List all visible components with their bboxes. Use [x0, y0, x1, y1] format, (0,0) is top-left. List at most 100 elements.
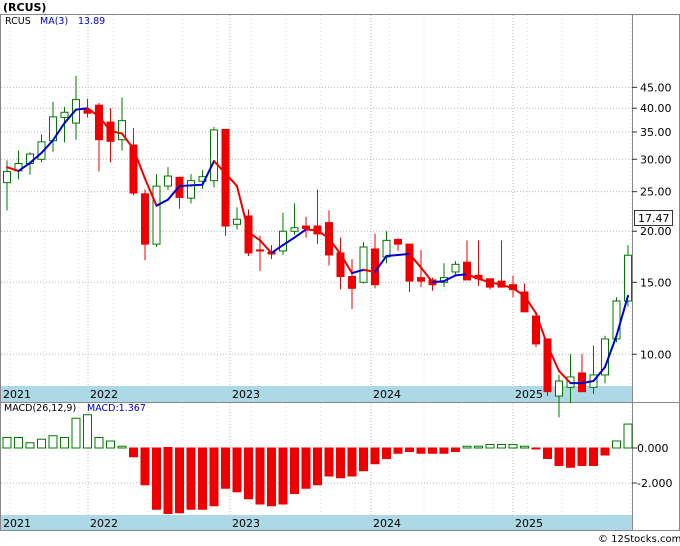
- macd-bar-negative: [416, 447, 426, 454]
- candle-up: [152, 185, 161, 245]
- chart-title: (RCUS): [3, 1, 46, 14]
- macd-bar-negative: [244, 447, 253, 500]
- macd-bar-positive: [94, 437, 104, 449]
- macd-bar-negative: [554, 447, 564, 466]
- macd-bar-negative: [278, 447, 288, 505]
- macd-bar-negative: [359, 447, 368, 472]
- ma-segment: [305, 228, 319, 232]
- macd-bar-negative: [232, 447, 242, 493]
- macd-bar-negative: [382, 447, 391, 459]
- candle-up: [210, 129, 218, 182]
- macd-bar-positive: [462, 445, 472, 449]
- macd-bar-positive: [117, 445, 127, 449]
- macd-bar-negative: [175, 447, 184, 514]
- macd-bar-negative: [152, 447, 161, 510]
- candle-down: [348, 275, 356, 289]
- price-year-label: 2023: [232, 388, 260, 401]
- macd-bar-negative: [589, 447, 598, 466]
- ma-segment: [397, 252, 411, 256]
- macd-bar-negative: [209, 447, 219, 507]
- candle-down: [95, 104, 103, 141]
- candle-down: [417, 277, 425, 282]
- macd-bar-negative: [163, 447, 173, 514]
- ma-segment: [190, 183, 204, 187]
- macd-bar-negative: [255, 447, 265, 505]
- macd-bar-negative: [577, 447, 587, 466]
- macd-bar-positive: [37, 438, 46, 449]
- stock-chart: 2021 2021 2022 2022 2023 2023 2024 2024 2025 2025…: [0, 1, 680, 545]
- candle-up: [279, 230, 287, 252]
- price-legend-ma-value: 13.89: [78, 16, 105, 27]
- macd-bar-negative: [600, 447, 610, 456]
- candle-up: [555, 380, 563, 397]
- price-tick-label: 10.00: [640, 348, 672, 361]
- macd-bar-negative: [531, 447, 541, 450]
- candle-up: [290, 227, 299, 232]
- price-legend-ma-label: MA(3): [40, 16, 68, 27]
- macd-bar-negative: [405, 447, 414, 452]
- macd-bar-positive: [497, 444, 506, 449]
- price-tick-label: 35.00: [640, 126, 672, 139]
- price-tick-label: 25.00: [640, 186, 672, 199]
- macd-tick-label: -2.000: [637, 477, 672, 490]
- macd-bar-negative: [336, 447, 345, 479]
- candle-up: [624, 254, 632, 302]
- macd-bar-positive: [60, 437, 69, 449]
- macd-bar-negative: [186, 447, 196, 510]
- ma-segment: [431, 280, 445, 284]
- macd-bar-positive: [83, 414, 92, 449]
- price-panel-frame: [0, 14, 680, 403]
- macd-year-label: 2021: [3, 517, 31, 530]
- price-year-label: 2021: [3, 388, 31, 401]
- macd-bar-negative: [566, 447, 575, 468]
- macd-bar-negative: [301, 447, 311, 489]
- candle-down: [129, 144, 138, 194]
- macd-legend-value: MACD:1.367: [87, 403, 146, 414]
- candle-up: [164, 175, 172, 187]
- macd-bar-negative: [267, 447, 276, 507]
- candle-down: [371, 248, 379, 286]
- price-tick-label: 45.00: [640, 81, 672, 94]
- candle-down: [221, 128, 230, 227]
- price-year-label: 2024: [373, 388, 401, 401]
- candle-down: [394, 238, 402, 245]
- macd-bar-positive: [106, 440, 115, 449]
- macd-bar-positive: [485, 444, 495, 449]
- macd-bar-negative: [428, 447, 437, 454]
- macd-tick-label: 0.000: [637, 442, 669, 455]
- site-credit: © 12Stocks.com: [598, 534, 680, 545]
- macd-year-label: 2024: [373, 517, 401, 530]
- macd-bar-positive: [25, 442, 35, 449]
- macd-bar-negative: [543, 447, 552, 459]
- macd-bar-negative: [221, 447, 230, 489]
- candle-up: [382, 239, 391, 258]
- macd-year-label: 2025: [515, 517, 543, 530]
- price-tick-label: 20.00: [640, 225, 672, 238]
- macd-bar-positive: [612, 440, 621, 449]
- price-tick-label: 30.00: [640, 153, 672, 166]
- macd-bar-negative: [198, 447, 207, 510]
- macd-bar-positive: [520, 445, 529, 449]
- macd-bar-positive: [2, 437, 12, 449]
- macd-bar-positive: [508, 444, 518, 449]
- macd-bar-negative: [290, 447, 299, 494]
- macd-bar-positive: [48, 435, 58, 449]
- macd-bar-negative: [451, 447, 460, 452]
- candle-up: [3, 171, 11, 184]
- macd-year-label: 2023: [232, 517, 260, 530]
- candle-down: [463, 261, 471, 281]
- macd-bar-negative: [370, 447, 380, 465]
- candle-down: [302, 225, 310, 230]
- ma-segment: [454, 273, 468, 277]
- macd-year-label: 2022: [90, 517, 118, 530]
- candle-up: [187, 180, 195, 199]
- candle-down: [405, 243, 414, 282]
- candle-up: [359, 246, 368, 283]
- macd-bar-negative: [324, 447, 334, 477]
- candle-down: [256, 249, 264, 252]
- candle-up: [233, 218, 241, 225]
- macd-bar-positive: [71, 417, 81, 449]
- price-legend-symbol: RCUS: [5, 16, 31, 27]
- price-year-label: 2022: [90, 388, 118, 401]
- ma-segment: [385, 253, 399, 257]
